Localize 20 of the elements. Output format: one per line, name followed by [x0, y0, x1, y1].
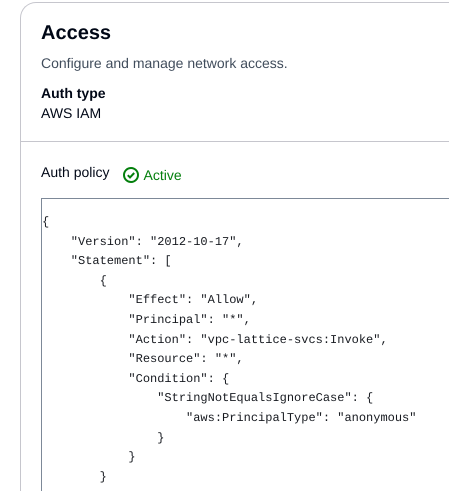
- code-line: "aws:PrincipalType": "anonymous": [185, 410, 416, 427]
- code-line: "Principal": "*",: [127, 312, 251, 329]
- panel-title: Access: [41, 21, 112, 46]
- code-line: "Condition": {: [127, 370, 230, 388]
- code-line: "Effect": "Allow",: [127, 292, 258, 310]
- field-value: AWS IAM: [41, 104, 102, 123]
- status-text: Active: [143, 167, 182, 183]
- code-line: "Action": "vpc-lattice-svcs:Invoke",: [127, 332, 388, 349]
- field-label: Auth type: [41, 84, 106, 103]
- code-line: "Version": "2012-10-17",: [70, 234, 244, 251]
- code-line: "Statement": [: [70, 253, 172, 270]
- code-line: {: [98, 272, 107, 290]
- code-line: "StringNotEqualsIgnoreCase": {: [156, 390, 374, 408]
- code-line: "Resource": "*",: [127, 351, 244, 368]
- auth-policy-label: Auth policy: [41, 164, 110, 180]
- code-line: }: [156, 430, 164, 447]
- code-line: }: [127, 449, 136, 466]
- code-line: }: [98, 468, 107, 486]
- code-line: {: [42, 214, 50, 231]
- panel-description: Configure and manage network access.: [41, 54, 288, 73]
